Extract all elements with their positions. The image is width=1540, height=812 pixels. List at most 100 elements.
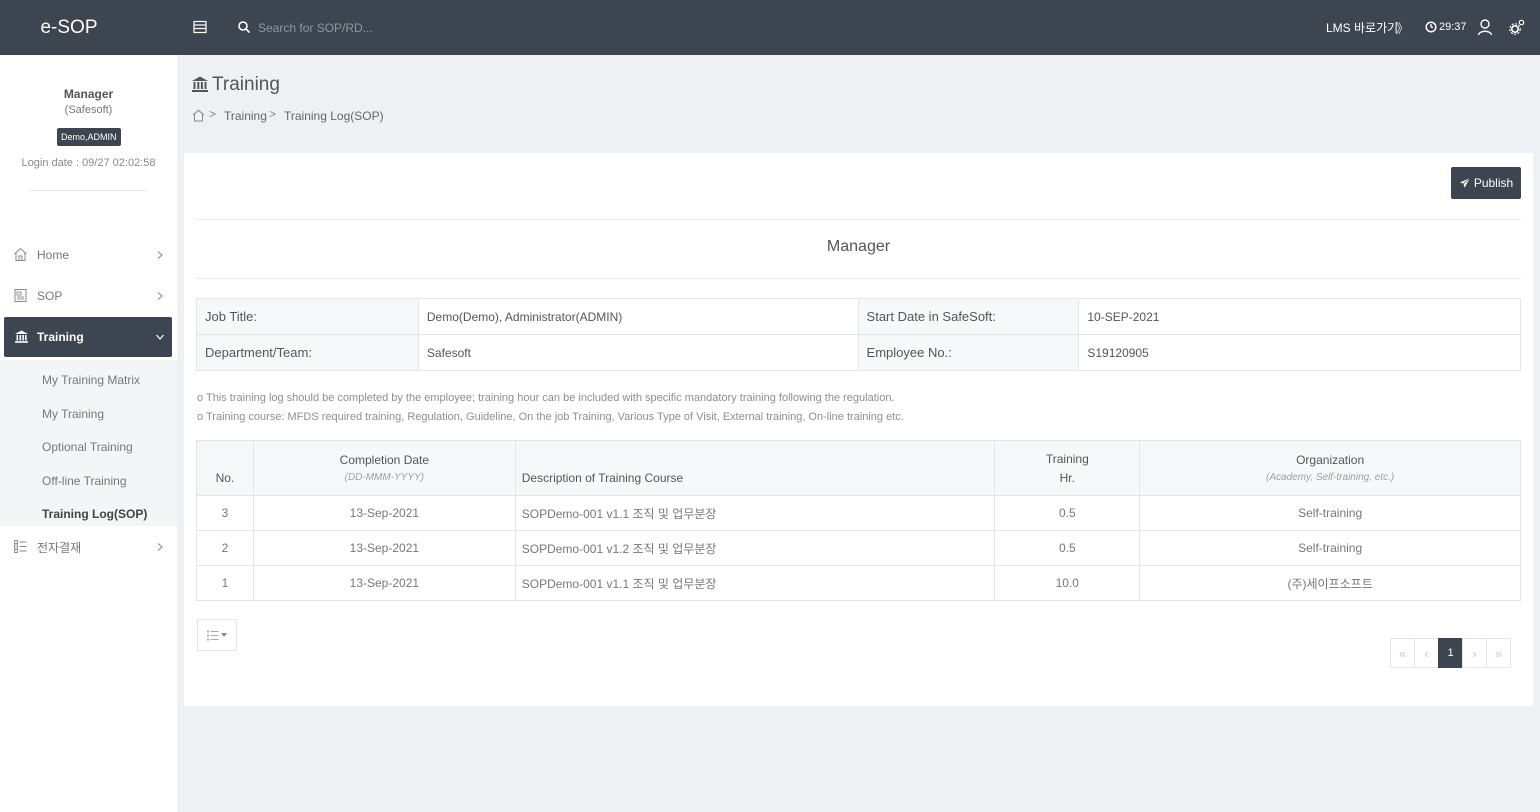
approval-icon xyxy=(14,540,27,553)
cell-completion-date: 13-Sep-2021 xyxy=(252,530,516,566)
top-bar: e-SOP LMS 바로가기 》 29:37 xyxy=(0,0,1540,55)
search-icon[interactable] xyxy=(237,20,251,34)
lms-shortcut-link[interactable]: LMS 바로가기 xyxy=(1326,19,1398,36)
column-header-training-hr[interactable]: Training Hr. xyxy=(994,440,1141,496)
start-date-label: Start Date in SafeSoft: xyxy=(857,298,1080,335)
clock-icon xyxy=(1425,21,1437,33)
list-icon xyxy=(207,630,219,640)
cell-description: SOPDemo-001 v1.1 조직 및 업무분장 xyxy=(514,565,996,601)
profile-name: Manager xyxy=(63,87,114,101)
sidebar-item-home[interactable]: Home xyxy=(0,235,177,275)
breadcrumb-separator-icon: > xyxy=(269,107,277,121)
cell-organization: (주)세이프소프트 xyxy=(1139,565,1521,601)
department-label: Department/Team: xyxy=(196,334,419,371)
cell-training-hr: 0.5 xyxy=(994,495,1141,531)
employee-no-value: S19120905 xyxy=(1078,334,1521,371)
breadcrumb-home-icon[interactable] xyxy=(192,109,205,122)
brand-logo[interactable]: e-SOP xyxy=(0,0,138,55)
search-input[interactable] xyxy=(258,17,498,39)
cell-organization: Self-training xyxy=(1139,495,1521,531)
session-timer: 29:37 xyxy=(1439,21,1467,33)
divider xyxy=(196,278,1521,279)
start-date-value: 10-SEP-2021 xyxy=(1078,298,1521,335)
job-title-value: Demo(Demo), Administrator(ADMIN) xyxy=(417,298,859,335)
pagination-first-button[interactable]: « xyxy=(1390,638,1415,668)
training-log-card xyxy=(184,153,1533,706)
submenu-my-training-matrix[interactable]: My Training Matrix xyxy=(42,373,140,387)
table-row[interactable]: 3 13-Sep-2021 SOPDemo-001 v1.1 조직 및 업무분장… xyxy=(196,495,1521,531)
employee-no-label: Employee No.: xyxy=(857,334,1080,371)
sidebar-item-label: 전자결재 xyxy=(37,540,82,555)
sidebar-divider xyxy=(30,190,146,191)
table-row[interactable]: 2 13-Sep-2021 SOPDemo-001 v1.2 조직 및 업무분장… xyxy=(196,530,1521,566)
cell-no: 2 xyxy=(196,530,254,566)
document-icon xyxy=(14,289,27,302)
profile-organization: (Safesoft) xyxy=(64,104,113,116)
pagination-next-button[interactable]: › xyxy=(1462,638,1487,668)
training-submenu: My Training Matrix My Training Optional … xyxy=(0,360,177,526)
column-header-description[interactable]: Description of Training Course xyxy=(514,440,996,496)
column-header-completion-date[interactable]: Completion Date (DD-MMM-YYYY) xyxy=(252,440,516,496)
submenu-training-log-sop[interactable]: Training Log(SOP) xyxy=(42,507,147,521)
sidebar-item-label: SOP xyxy=(37,289,63,303)
breadcrumb-training[interactable]: Training xyxy=(224,109,267,123)
submenu-offline-training[interactable]: Off-line Training xyxy=(42,474,127,488)
breadcrumb-current: Training Log(SOP) xyxy=(284,109,384,123)
pagination-page-button[interactable]: 1 xyxy=(1438,638,1463,668)
info-row: Department/Team: Safesoft Employee No.: … xyxy=(196,334,1521,371)
chevron-right-icon xyxy=(157,292,163,300)
pagination: « ‹ 1 › » xyxy=(1390,638,1511,668)
pagination-last-button[interactable]: » xyxy=(1486,638,1511,668)
training-log-note: o This training log should be completed … xyxy=(197,392,895,404)
sidebar: Manager (Safesoft) Demo,ADMIN Login date… xyxy=(0,55,177,812)
training-log-table: No. Completion Date (DD-MMM-YYYY) Descri… xyxy=(196,440,1521,601)
publish-label: Publish xyxy=(1473,176,1514,190)
table-row[interactable]: 1 13-Sep-2021 SOPDemo-001 v1.1 조직 및 업무분장… xyxy=(196,565,1521,601)
cell-completion-date: 13-Sep-2021 xyxy=(252,495,516,531)
cell-completion-date: 13-Sep-2021 xyxy=(252,565,516,601)
employee-info-table: Job Title: Demo(Demo), Administrator(ADM… xyxy=(196,298,1521,371)
sidebar-item-sop[interactable]: SOP xyxy=(0,276,177,316)
send-icon xyxy=(1459,177,1471,188)
cell-no: 1 xyxy=(196,565,254,601)
column-toggle-button[interactable] xyxy=(197,619,237,651)
sidebar-item-training[interactable]: Training xyxy=(4,317,172,357)
department-value: Safesoft xyxy=(417,334,859,371)
column-header-organization[interactable]: Organization (Academy, Self-training, et… xyxy=(1139,440,1521,496)
role-badge: Demo,ADMIN xyxy=(57,128,121,146)
cell-description: SOPDemo-001 v1.2 조직 및 업무분장 xyxy=(514,530,996,566)
lms-chevron-icon: 》 xyxy=(1396,21,1410,36)
cell-no: 3 xyxy=(196,495,254,531)
cell-training-hr: 10.0 xyxy=(994,565,1141,601)
cell-organization: Self-training xyxy=(1139,530,1521,566)
submenu-my-training[interactable]: My Training xyxy=(42,407,104,421)
chevron-right-icon xyxy=(157,543,163,551)
info-row: Job Title: Demo(Demo), Administrator(ADM… xyxy=(196,298,1521,335)
sidebar-item-approval[interactable]: 전자결재 xyxy=(0,527,177,567)
cell-description: SOPDemo-001 v1.1 조직 및 업무분장 xyxy=(514,495,996,531)
chevron-down-icon xyxy=(156,334,164,340)
chevron-right-icon xyxy=(157,251,163,259)
divider xyxy=(196,219,1521,220)
bank-icon xyxy=(192,76,208,92)
job-title-label: Job Title: xyxy=(196,298,419,335)
settings-gear-icon[interactable] xyxy=(1508,18,1526,36)
cell-training-hr: 0.5 xyxy=(994,530,1141,566)
bank-icon xyxy=(15,330,28,343)
column-header-no[interactable]: No. xyxy=(196,440,254,496)
breadcrumb-separator-icon: > xyxy=(209,107,217,121)
home-icon xyxy=(14,247,27,261)
sidebar-item-label: Training xyxy=(37,330,84,344)
page-title: Training xyxy=(212,74,280,95)
sidebar-item-label: Home xyxy=(37,248,70,262)
menu-toggle-icon[interactable] xyxy=(193,20,207,34)
pagination-prev-button[interactable]: ‹ xyxy=(1414,638,1439,668)
table-header-row: No. Completion Date (DD-MMM-YYYY) Descri… xyxy=(196,440,1521,496)
employee-name-heading: Manager xyxy=(826,238,891,255)
publish-button[interactable]: Publish xyxy=(1451,167,1521,199)
login-date: Login date : 09/27 02:02:58 xyxy=(21,157,156,169)
training-course-note: o Training course: MFDS required trainin… xyxy=(197,411,904,423)
user-icon[interactable] xyxy=(1477,18,1493,36)
caret-down-icon xyxy=(221,633,227,637)
submenu-optional-training[interactable]: Optional Training xyxy=(42,440,133,454)
